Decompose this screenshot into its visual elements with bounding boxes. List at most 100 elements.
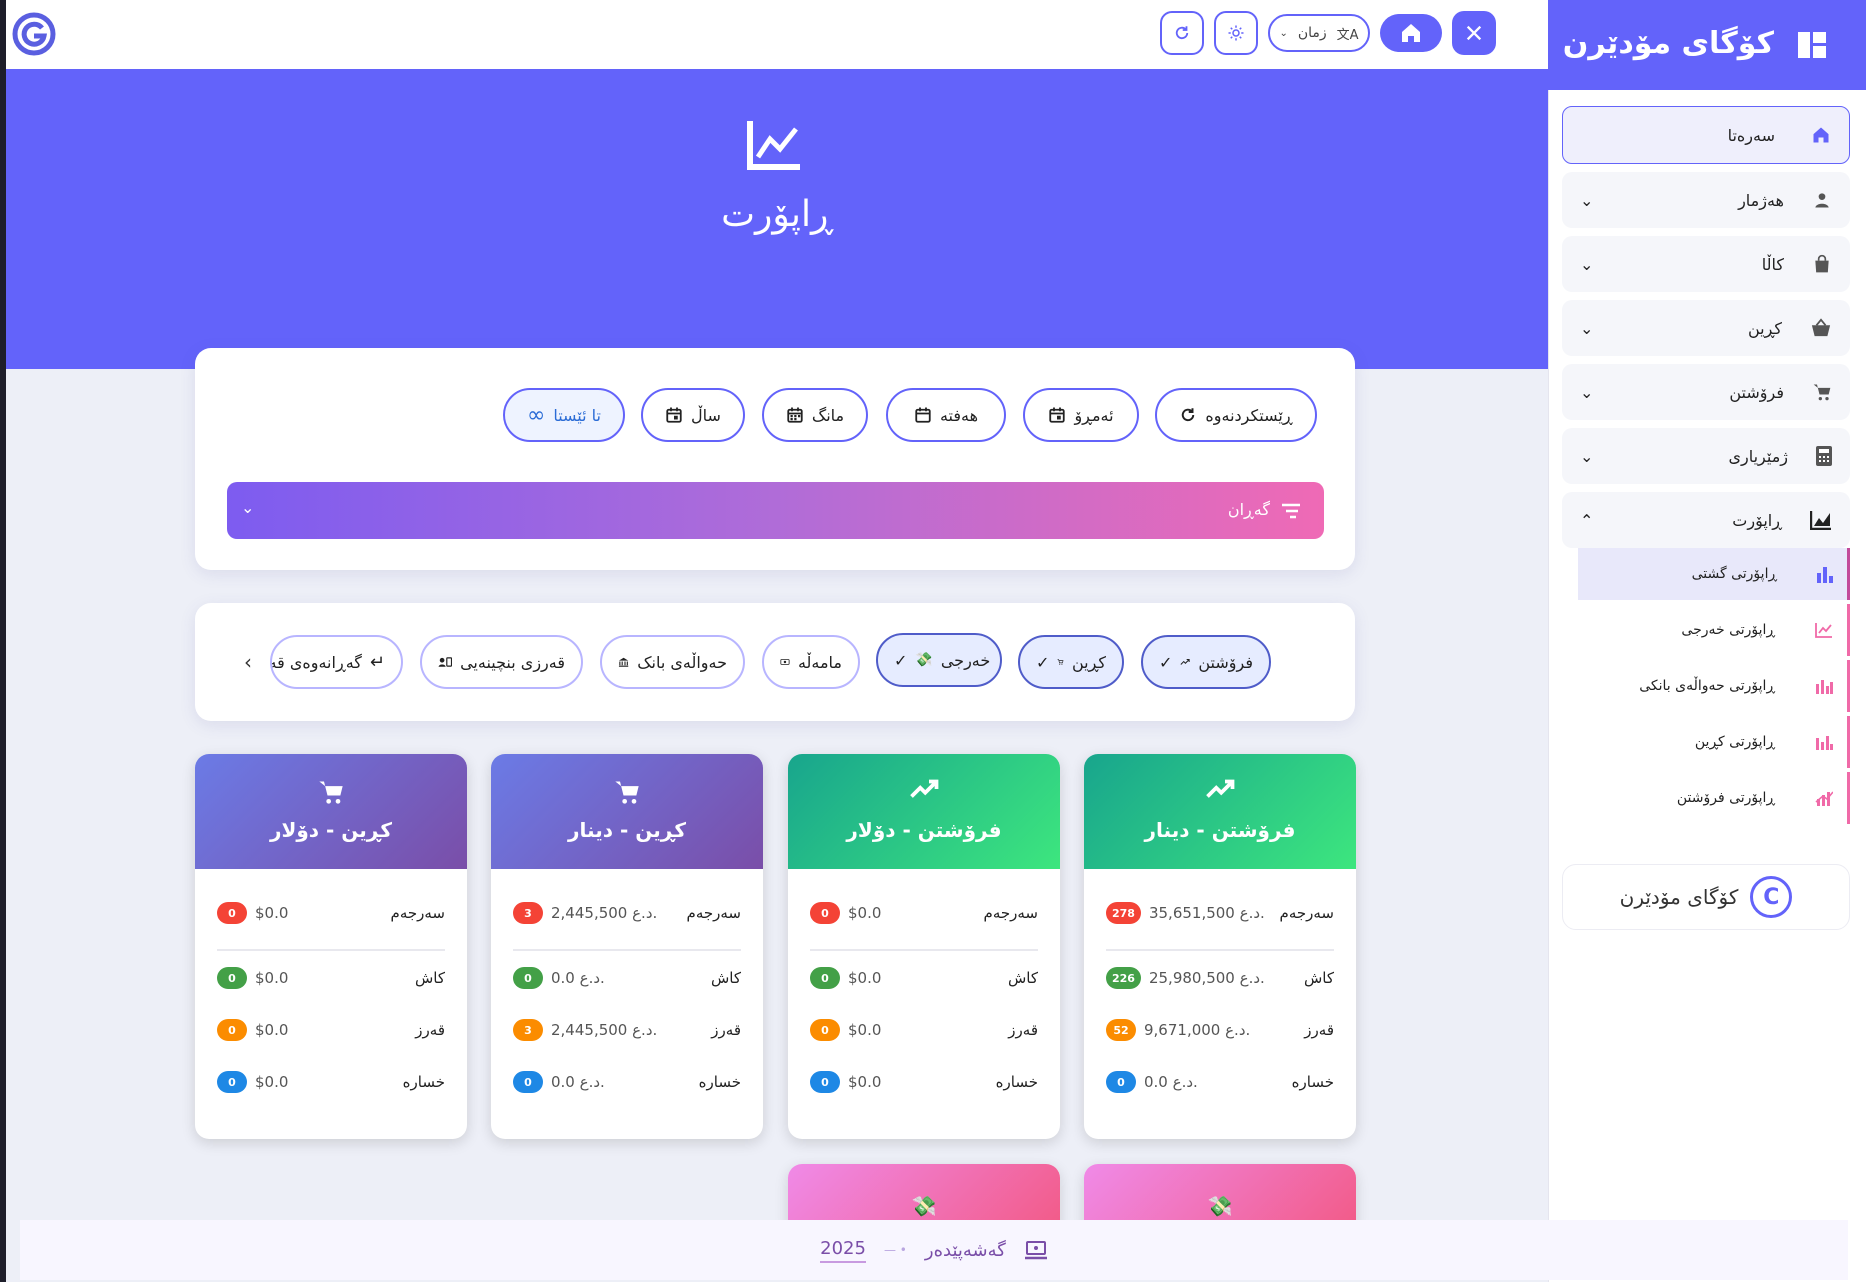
copyright-icon: C (1750, 876, 1793, 918)
row-label: خسارە (1291, 1073, 1334, 1091)
row-value: $0.0 (848, 904, 882, 922)
divider (217, 949, 445, 951)
today-filter-button[interactable]: ئەمڕۆ (1023, 388, 1139, 442)
card-header: فرۆشتن - دۆلار (788, 754, 1060, 869)
money-off-icon: 💸 (1207, 1194, 1233, 1218)
search-filter-accordion[interactable]: ⌄ گەڕان (227, 482, 1324, 539)
row-value: $0.0 (255, 1021, 289, 1039)
sidebar-subitem-label: ڕاپۆرتی کڕین (1694, 734, 1775, 750)
scroll-left-button[interactable]: ‹ (236, 648, 260, 676)
tab-sales[interactable]: ✓ فرۆشتن (1141, 635, 1271, 689)
tab-debt-return[interactable]: گەڕانەوەی قە ↵ (270, 635, 403, 689)
sidebar-item-label: فرۆشتن (1729, 382, 1784, 402)
tab-label: مامەڵە (797, 652, 842, 672)
row-label: کاش (414, 969, 445, 987)
count-badge: 52 (1106, 1019, 1136, 1041)
sidebar-subitem-bank-transfer-report[interactable]: ڕاپۆرتی حەواڵەی بانکی (1578, 660, 1850, 712)
sidebar-subitem-expense-report[interactable]: ڕاپۆرتی خەرجی (1578, 604, 1850, 656)
row-label: قەرز (1304, 1021, 1334, 1039)
row-total: 0 $0.0 سەرجەم (810, 899, 1038, 927)
row-loss: 0 $0.0 خسارە (217, 1068, 445, 1096)
close-sidebar-button[interactable] (1452, 11, 1496, 55)
chevron-down-icon: ⌄ (1580, 446, 1594, 466)
translate-icon: 文A (1336, 27, 1359, 43)
chevron-down-icon: ⌄ (241, 498, 255, 517)
dashboard-icon (1798, 32, 1826, 58)
page-title: ڕاپۆرت (721, 194, 833, 235)
sidebar-item-purchases[interactable]: ⌄ کڕین (1562, 300, 1850, 356)
count-badge: 0 (513, 967, 543, 989)
summary-card-purchase-dinar: کڕین - دینار 3 2,445,500 د.ع. سەرجەم 0 0.0 … (491, 754, 763, 1139)
sidebar-item-sales[interactable]: ⌄ فرۆشتن (1562, 364, 1850, 420)
row-value: $0.0 (255, 969, 289, 987)
row-value: 2,445,500 د.ع. (551, 1021, 658, 1039)
row-debt: 0 $0.0 قەرز (810, 1016, 1038, 1044)
tab-transactions[interactable]: مامەڵە (762, 635, 860, 689)
row-label: کاش (1303, 969, 1334, 987)
card-title: فرۆشتن - دینار (1144, 818, 1296, 842)
sidebar-header: کۆگای مۆدێرن (1548, 0, 1866, 90)
sidebar-item-home[interactable]: سەرەتا (1562, 106, 1850, 164)
card-header: کڕین - دینار (491, 754, 763, 869)
row-label: قەرز (711, 1021, 741, 1039)
sidebar-item-accounts[interactable]: ⌄ هەژمار (1562, 172, 1850, 228)
check-icon: ✓ (894, 650, 908, 670)
count-badge: 0 (810, 1019, 840, 1041)
money-off-icon: 💸 (911, 1194, 937, 1218)
sidebar-item-label: ڕاپۆرت (1732, 510, 1782, 530)
row-label: سەرجەم (983, 904, 1038, 922)
count-badge: 3 (513, 902, 543, 924)
sidebar-subitem-label: ڕاپۆرتی حەواڵەی بانکی (1639, 678, 1775, 694)
divider (513, 949, 741, 951)
tab-label: حەواڵەی بانک (637, 652, 727, 672)
theme-toggle-button[interactable] (1214, 11, 1258, 55)
sidebar-item-label: هەژمار (1738, 190, 1784, 210)
count-badge: 0 (810, 1071, 840, 1093)
shopping-bag-icon (1815, 254, 1829, 273)
sidebar-item-reports[interactable]: ⌃ ڕاپۆرت (1562, 492, 1850, 548)
row-value: $0.0 (848, 1021, 882, 1039)
language-select[interactable]: ⌄ زمان 文A (1268, 14, 1370, 52)
row-value: 25,980,500 د.ع. (1148, 969, 1265, 987)
bank-icon (618, 657, 629, 667)
row-value: 0.0 د.ع. (1144, 1073, 1198, 1091)
tab-base-debt[interactable]: قەرزی بنچینەیی (420, 635, 583, 689)
footer-developer[interactable]: گەشەپێدەر (925, 1240, 1006, 1261)
tab-expenses[interactable]: ✓ 💸 خەرجی (876, 633, 1002, 687)
row-label: سەرجەم (390, 904, 445, 922)
return-arrow-icon: ↵ (369, 651, 385, 673)
cart-icon (1057, 659, 1064, 665)
row-value: 35,651,500 د.ع. (1148, 904, 1265, 922)
week-filter-button[interactable]: هەفتە (886, 388, 1006, 442)
count-badge: 3 (513, 1019, 543, 1041)
card-title: کڕین - دۆلار (269, 818, 393, 842)
sidebar-subitem-general-report[interactable]: ڕاپۆرتی گشتی (1578, 548, 1850, 600)
tab-purchases[interactable]: ✓ کڕین (1018, 635, 1124, 689)
reset-filter-button[interactable]: ڕێستکردنەوە (1155, 388, 1317, 442)
calendar-grid-icon (787, 407, 803, 423)
tab-bank-transfer[interactable]: حەواڵەی بانک (600, 635, 745, 689)
all-time-filter-button[interactable]: ∞ تا ئێستا (503, 388, 625, 442)
row-label: قەرز (415, 1021, 445, 1039)
row-value: $0.0 (848, 1073, 882, 1091)
language-label: زمان (1297, 25, 1327, 41)
sidebar-item-accounting[interactable]: ⌄ ژمێریاری (1562, 428, 1850, 484)
chevron-down-icon: ⌄ (1580, 382, 1594, 402)
refresh-icon (1175, 26, 1189, 40)
app-logo-icon[interactable] (12, 12, 56, 56)
row-cash: 0 $0.0 کاش (810, 964, 1038, 992)
check-icon: ✓ (1159, 652, 1173, 672)
cart-icon (319, 781, 343, 804)
card-title: کڕین - دینار (568, 818, 686, 842)
month-filter-button[interactable]: مانگ (762, 388, 868, 442)
line-chart-icon (1815, 623, 1832, 638)
sidebar-subitem-sales-report[interactable]: ڕاپۆرتی فرۆشتن (1578, 772, 1850, 824)
year-filter-button[interactable]: ساڵ (641, 388, 745, 442)
date-filter-label: هەفتە (939, 405, 979, 425)
refresh-button[interactable] (1160, 11, 1204, 55)
count-badge: 0 (217, 1071, 247, 1093)
sidebar-item-products[interactable]: ⌄ کاڵا (1562, 236, 1850, 292)
cash-icon (780, 659, 790, 665)
sidebar-subitem-purchase-report[interactable]: ڕاپۆرتی کڕین (1578, 716, 1850, 768)
home-button[interactable] (1380, 14, 1442, 52)
